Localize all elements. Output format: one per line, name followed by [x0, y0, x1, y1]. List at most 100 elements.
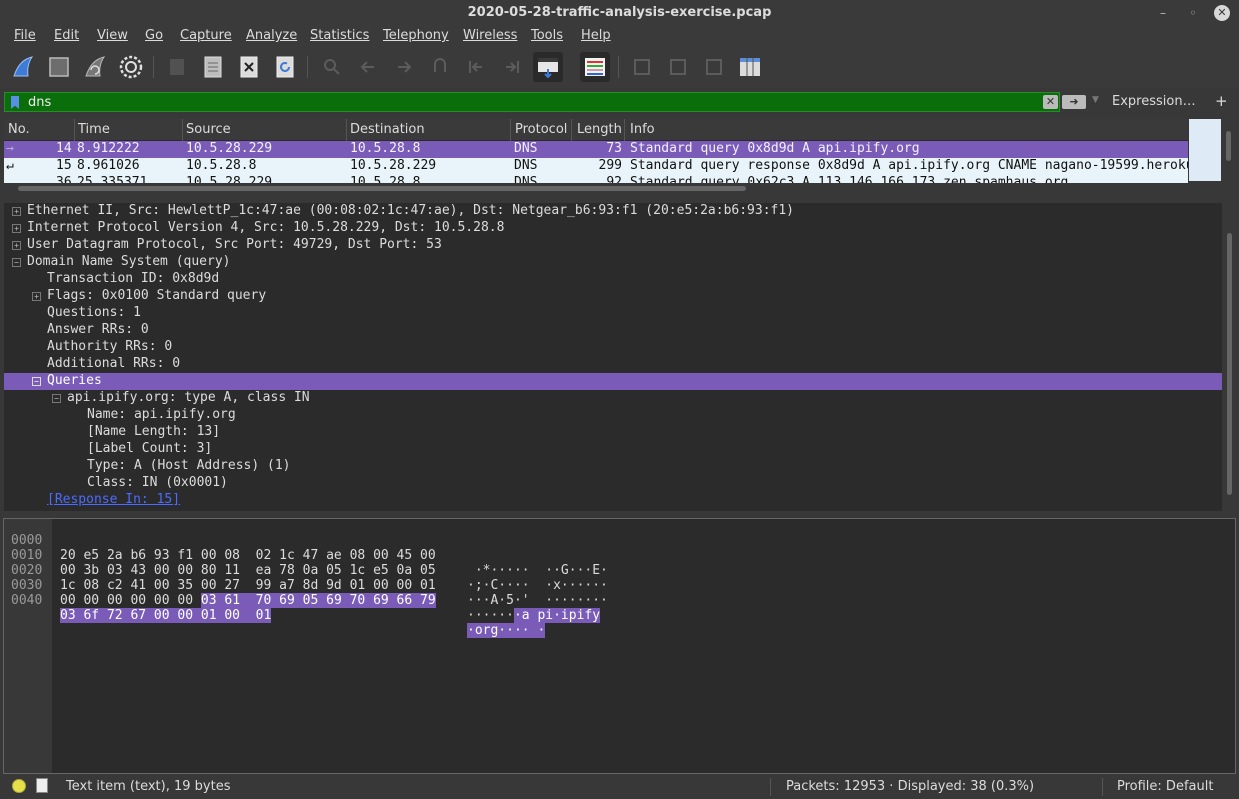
- column-destination[interactable]: Destination: [350, 122, 425, 140]
- bytes-row[interactable]: 0030 00 00 00 00 00 00 03 61 70 69 05 69…: [4, 563, 601, 623]
- tree-item-answer-rrs[interactable]: Answer RRs: 0: [4, 322, 1222, 339]
- title-bar: 2020-05-28-traffic-analysis-exercise.pca…: [0, 0, 1239, 26]
- packet-minimap[interactable]: [1189, 119, 1221, 181]
- restart-capture-icon[interactable]: [80, 52, 110, 82]
- tree-item-authority-rrs[interactable]: Authority RRs: 0: [4, 339, 1222, 356]
- menu-edit[interactable]: Edit: [54, 28, 79, 43]
- column-length[interactable]: Length: [577, 122, 622, 140]
- menu-go[interactable]: Go: [145, 28, 163, 43]
- menu-help[interactable]: Help: [581, 28, 611, 43]
- status-bar: Text item (text), 19 bytes Packets: 1295…: [0, 775, 1239, 799]
- menu-telephony[interactable]: Telephony: [383, 28, 449, 43]
- status-profile[interactable]: Profile: Default: [1117, 779, 1213, 794]
- tree-item-dns[interactable]: − Domain Name System (query): [4, 254, 1222, 271]
- display-filter-bar: dns ✕ ➜ ▼ Expression… +: [4, 92, 1235, 112]
- menu-file[interactable]: File: [14, 28, 36, 43]
- packet-row[interactable]: 36 25.335371 10.5.28.229 10.5.28.8 DNS 9…: [4, 175, 1188, 183]
- column-time[interactable]: Time: [78, 122, 110, 140]
- filter-text: dns: [28, 95, 52, 110]
- first-packet-icon[interactable]: [461, 52, 491, 82]
- open-file-icon[interactable]: [162, 52, 192, 82]
- bytes-row[interactable]: 0020 1c 08 c2 41 00 35 00 27 99 a7 8d 9d…: [4, 548, 608, 608]
- column-no[interactable]: No.: [8, 122, 30, 140]
- tree-item-queries[interactable]: − Queries: [4, 373, 1222, 390]
- menu-analyze[interactable]: Analyze: [246, 28, 297, 43]
- go-to-packet-icon[interactable]: [425, 52, 455, 82]
- tree-item-udp[interactable]: + User Datagram Protocol, Src Port: 4972…: [4, 237, 1222, 254]
- apply-filter-arrow-icon[interactable]: ➜: [1062, 95, 1086, 109]
- packet-row[interactable]: ↵ 15 8.961026 10.5.28.8 10.5.28.229 DNS …: [4, 158, 1188, 175]
- tree-item-name-length[interactable]: [Name Length: 13]: [4, 424, 1222, 441]
- details-vertical-scrollbar[interactable]: [1224, 203, 1235, 511]
- collapse-icon[interactable]: −: [52, 394, 61, 403]
- display-filter-input[interactable]: dns: [4, 92, 1060, 112]
- minimize-icon[interactable]: –: [1154, 4, 1172, 22]
- maximize-icon[interactable]: ◦: [1184, 4, 1202, 22]
- tree-item-ethernet[interactable]: + Ethernet II, Src: HewlettP_1c:47:ae (0…: [4, 203, 1222, 220]
- reload-file-icon[interactable]: [270, 52, 300, 82]
- packet-bytes-pane: 0000 20 e5 2a b6 93 f1 00 08 02 1c 47 ae…: [4, 518, 1235, 773]
- column-protocol[interactable]: Protocol: [515, 122, 567, 140]
- bytes-row[interactable]: 0000 20 e5 2a b6 93 f1 00 08 02 1c 47 ae…: [4, 518, 608, 578]
- menu-capture[interactable]: Capture: [180, 28, 232, 43]
- filter-dropdown-chevron-icon[interactable]: ▼: [1092, 95, 1099, 105]
- capture-options-gear-icon[interactable]: [116, 52, 146, 82]
- menu-statistics[interactable]: Statistics: [310, 28, 369, 43]
- expression-button[interactable]: Expression…: [1112, 94, 1196, 109]
- menu-wireless[interactable]: Wireless: [463, 28, 517, 43]
- tree-item-query-entry[interactable]: − api.ipify.org: type A, class IN: [4, 390, 1222, 407]
- bytes-row[interactable]: 0010 00 3b 03 43 00 00 80 11 ea 78 0a 05…: [4, 533, 608, 593]
- column-info[interactable]: Info: [630, 122, 655, 140]
- close-icon[interactable]: ✕: [1214, 5, 1230, 21]
- bytes-row[interactable]: 0040 03 6f 72 67 00 00 01 00 01 ·org····…: [4, 578, 546, 638]
- autoscroll-icon[interactable]: [533, 52, 563, 82]
- filter-bookmark-icon[interactable]: [11, 96, 19, 109]
- resize-columns-icon[interactable]: [735, 52, 765, 82]
- response-in-link[interactable]: [Response In: 15]: [4, 492, 1222, 509]
- menu-tools[interactable]: Tools: [531, 28, 563, 43]
- add-filter-button[interactable]: +: [1215, 92, 1228, 110]
- tree-item-type[interactable]: Type: A (Host Address) (1): [4, 458, 1222, 475]
- menu-bar: File Edit View Go Capture Analyze Statis…: [0, 26, 1239, 48]
- menu-view[interactable]: View: [97, 28, 128, 43]
- expand-icon[interactable]: +: [12, 241, 21, 250]
- tree-item-questions[interactable]: Questions: 1: [4, 305, 1222, 322]
- save-file-icon[interactable]: [198, 52, 228, 82]
- expand-icon[interactable]: +: [32, 292, 41, 301]
- close-file-icon[interactable]: [234, 52, 264, 82]
- last-packet-icon[interactable]: [497, 52, 527, 82]
- collapse-icon[interactable]: −: [32, 377, 41, 386]
- response-arrow-icon: ↵: [6, 158, 14, 173]
- packet-list-vertical-scrollbar[interactable]: [1223, 119, 1235, 183]
- tree-item-class[interactable]: Class: IN (0x0001): [4, 475, 1222, 492]
- column-source[interactable]: Source: [186, 122, 231, 140]
- zoom-out-icon[interactable]: [663, 52, 693, 82]
- shark-fin-start-icon[interactable]: [8, 52, 38, 82]
- tree-item-label-count[interactable]: [Label Count: 3]: [4, 441, 1222, 458]
- main-toolbar: [0, 48, 1239, 88]
- request-arrow-icon: →: [6, 141, 14, 156]
- packet-list-horizontal-scrollbar[interactable]: [4, 183, 1188, 195]
- collapse-icon[interactable]: −: [12, 258, 21, 267]
- stop-capture-icon[interactable]: [44, 52, 74, 82]
- tree-item-flags[interactable]: + Flags: 0x0100 Standard query: [4, 288, 1222, 305]
- clear-filter-icon[interactable]: ✕: [1043, 95, 1058, 109]
- zoom-in-icon[interactable]: [627, 52, 657, 82]
- expand-icon[interactable]: +: [12, 224, 21, 233]
- colorize-icon[interactable]: [580, 52, 610, 82]
- capture-comment-icon[interactable]: [36, 778, 48, 793]
- packet-details-tree: + Ethernet II, Src: HewlettP_1c:47:ae (0…: [4, 203, 1222, 511]
- tree-item-transaction-id[interactable]: Transaction ID: 0x8d9d: [4, 271, 1222, 288]
- normal-size-icon[interactable]: [699, 52, 729, 82]
- expand-icon[interactable]: +: [12, 207, 21, 216]
- tree-item-additional-rrs[interactable]: Additional RRs: 0: [4, 356, 1222, 373]
- status-field-info: Text item (text), 19 bytes: [66, 779, 231, 794]
- go-back-icon[interactable]: [353, 52, 383, 82]
- tree-item-name[interactable]: Name: api.ipify.org: [4, 407, 1222, 424]
- find-packet-icon[interactable]: [317, 52, 347, 82]
- expert-info-icon[interactable]: [12, 779, 26, 793]
- tree-item-ipv4[interactable]: + Internet Protocol Version 4, Src: 10.5…: [4, 220, 1222, 237]
- packet-row[interactable]: → 14 8.912222 10.5.28.229 10.5.28.8 DNS …: [4, 141, 1188, 158]
- status-packet-count: Packets: 12953 · Displayed: 38 (0.3%): [786, 779, 1035, 794]
- go-forward-icon[interactable]: [389, 52, 419, 82]
